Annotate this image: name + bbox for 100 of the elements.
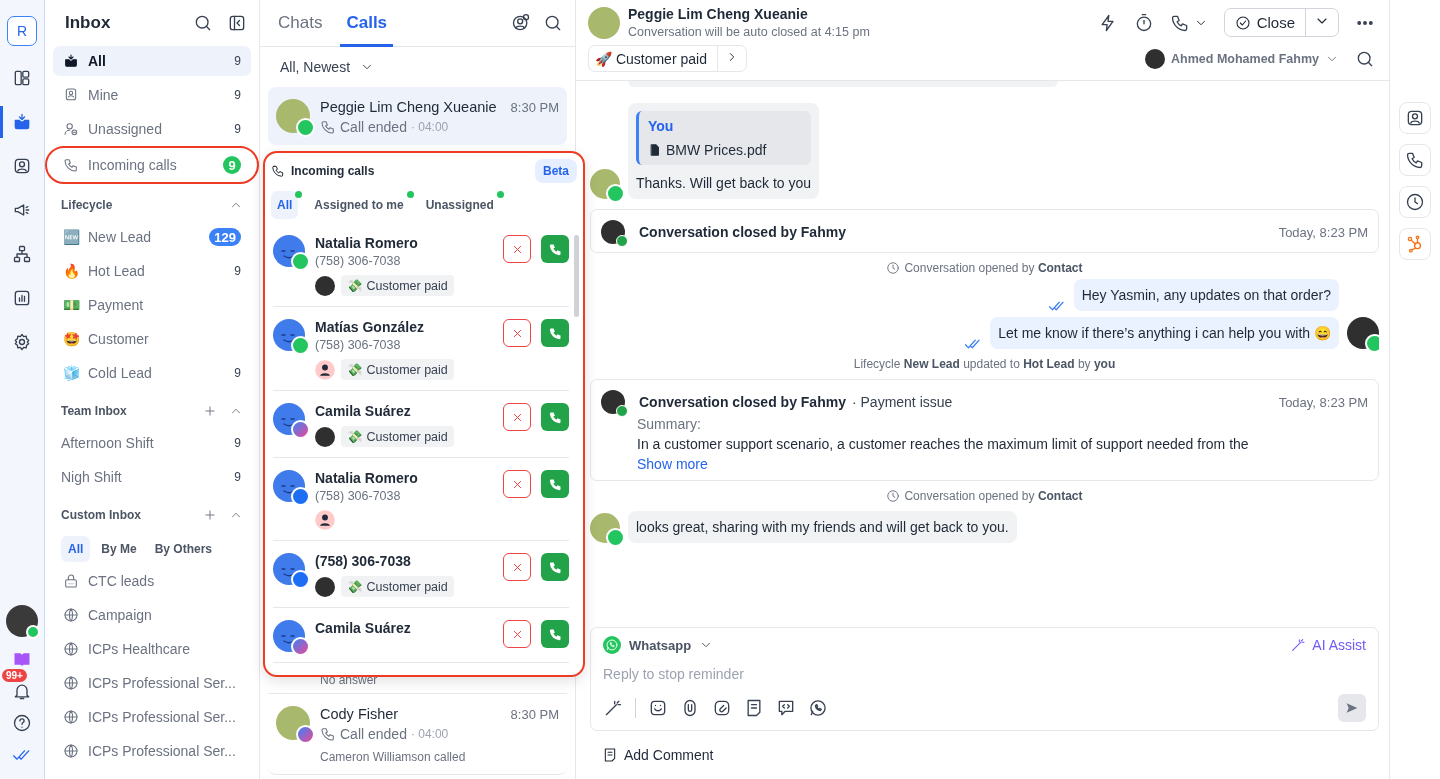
sidebar-item[interactable]: ICPs Healthcare — [53, 634, 251, 664]
decline-button[interactable] — [503, 553, 531, 581]
filter-tab[interactable]: All — [61, 536, 91, 562]
sort-dropdown[interactable]: All, Newest — [260, 47, 395, 87]
contact-name: Cody Fisher — [320, 706, 399, 722]
search-icon[interactable] — [193, 13, 213, 33]
decline-button[interactable] — [503, 235, 531, 263]
collapse-panel-icon[interactable] — [227, 13, 247, 33]
panel-title: Incoming calls — [291, 164, 375, 178]
count-label: 9 — [234, 436, 241, 450]
code-icon[interactable] — [776, 698, 796, 718]
send-button[interactable] — [1338, 694, 1366, 722]
scrollbar[interactable] — [574, 235, 579, 317]
decline-button[interactable] — [503, 403, 531, 431]
event-title: Conversation closed by Fahmy — [639, 394, 846, 410]
accept-call-button[interactable] — [541, 235, 569, 263]
count-label: 9 — [234, 54, 241, 68]
system-message: Conversation opened by Contact — [904, 261, 1083, 275]
tag-chip: 💸 Customer paid — [341, 426, 454, 447]
emoji-icon: 🔥 — [63, 263, 79, 279]
clock-icon[interactable] — [1399, 186, 1431, 218]
sidebar-item[interactable]: Nigh Shift 9 — [53, 462, 251, 492]
sidebar-item[interactable]: 🆕 New Lead 129 — [53, 222, 251, 252]
emoji-icon: 💵 — [63, 297, 79, 313]
emoji-icon: 🤩 — [63, 331, 79, 347]
help-icon[interactable] — [12, 713, 32, 733]
accept-call-button[interactable] — [541, 470, 569, 498]
sidebar-item[interactable]: 🤩 Customer — [53, 324, 251, 354]
beta-badge: Beta — [535, 159, 577, 183]
tab[interactable]: Chats — [272, 0, 329, 47]
sidebar-item[interactable]: Incoming calls 9 — [49, 150, 255, 180]
user-settings-icon[interactable] — [511, 13, 531, 33]
accept-call-button[interactable] — [541, 403, 569, 431]
workspace-logo[interactable]: R — [7, 16, 37, 46]
filter-tab[interactable]: By Others — [147, 536, 220, 562]
contact-icon[interactable] — [1399, 102, 1431, 134]
notification-count: 99+ — [2, 669, 27, 682]
conversation-item[interactable]: Peggie Lim Cheng Xueanie 8:30 PM Call ended · 04:00 — [268, 87, 567, 145]
decline-button[interactable] — [503, 620, 531, 648]
event-title: Conversation closed by Fahmy — [639, 224, 846, 240]
filter-tab[interactable]: Assigned to me — [308, 191, 410, 219]
summary-text: In a customer support scenario, a customer reaches the maximum limit of support needed from the — [637, 436, 1250, 452]
sidebar-item[interactable]: ICPs Professional Ser... — [53, 736, 251, 766]
ai-assist-button[interactable]: AI Assist — [1290, 637, 1366, 653]
accept-call-button[interactable] — [541, 553, 569, 581]
count-label: 9 — [234, 88, 241, 102]
show-more-link[interactable]: Show more — [637, 456, 708, 472]
event-topic: · Payment issue — [851, 394, 953, 410]
accept-call-button[interactable] — [541, 620, 569, 648]
filter-tab[interactable]: Unassigned — [419, 191, 500, 219]
sidebar-item[interactable]: 🔥 Hot Lead 9 — [53, 256, 251, 286]
accept-call-button[interactable] — [541, 319, 569, 347]
sidebar-item[interactable]: CTC leads — [53, 566, 251, 596]
add-comment-button[interactable]: Add Comment — [590, 731, 726, 779]
sidebar-item[interactable]: 💵 Payment — [53, 290, 251, 320]
phone-icon[interactable] — [1399, 144, 1431, 176]
agent-avatar — [1145, 48, 1166, 69]
section-title: Custom Inbox — [61, 508, 142, 522]
integration-icon[interactable] — [1399, 228, 1431, 260]
note-icon — [602, 747, 618, 763]
channel-dropdown[interactable]: Whatsapp — [603, 636, 714, 654]
check-circle-icon — [1234, 14, 1251, 31]
time-label: Today, 8:23 PM — [1278, 224, 1368, 240]
globe-icon — [63, 607, 79, 623]
reply-field[interactable]: Whatsapp AI Assist Reply to stop reminder — [590, 627, 1379, 731]
inbox-icon — [63, 53, 79, 69]
call-duration: · 04:00 — [410, 120, 449, 134]
contact-name: Peggie Lim Cheng Xueanie — [320, 99, 497, 115]
sidebar-item[interactable]: Unassigned 9 — [53, 114, 251, 144]
sidebar-item[interactable]: All 9 — [53, 46, 251, 76]
count-label: 9 — [234, 470, 241, 484]
emoji-icon: 🧊 — [63, 365, 79, 381]
magic-wand-icon[interactable] — [603, 698, 623, 718]
phone-icon — [320, 119, 336, 135]
sidebar-item[interactable]: ICPs Professional Ser... — [53, 668, 251, 698]
sidebar-item[interactable]: Afternoon Shift 9 — [53, 428, 251, 458]
time-label: 8:30 PM — [510, 99, 559, 115]
sidebar-item[interactable]: Mine 9 — [53, 80, 251, 110]
quote-author: You — [648, 118, 675, 134]
filter-tab[interactable]: All — [271, 191, 299, 219]
sidebar-item[interactable]: 🧊 Cold Lead 9 — [53, 358, 251, 388]
sidebar-item[interactable]: ICPs Professional Ser... — [53, 702, 251, 732]
link-icon[interactable] — [712, 698, 732, 718]
tab[interactable]: Calls — [340, 0, 394, 47]
filter-tab[interactable]: By Me — [94, 536, 144, 562]
call-duration: · 04:00 — [410, 727, 449, 741]
whatsapp-icon[interactable] — [808, 698, 828, 718]
sidebar-item[interactable]: Campaign — [53, 600, 251, 630]
decline-button[interactable] — [503, 319, 531, 347]
conversation-item[interactable]: Cody Fisher 8:30 PM Call ended · 04:00 Cameron Williamson called — [268, 694, 567, 775]
whatsapp-badge-icon — [606, 184, 625, 203]
online-dot — [26, 625, 40, 639]
globe-icon — [63, 675, 79, 691]
emoji-icon[interactable] — [648, 698, 668, 718]
tag-chip: 💸 Customer paid — [341, 576, 454, 597]
user-avatar[interactable] — [6, 605, 38, 637]
assignee-dropdown[interactable]: Ahmed Mohamed Fahmy — [1145, 48, 1339, 69]
phone-icon — [320, 726, 336, 742]
search-icon[interactable] — [543, 13, 563, 33]
decline-button[interactable] — [503, 470, 531, 498]
